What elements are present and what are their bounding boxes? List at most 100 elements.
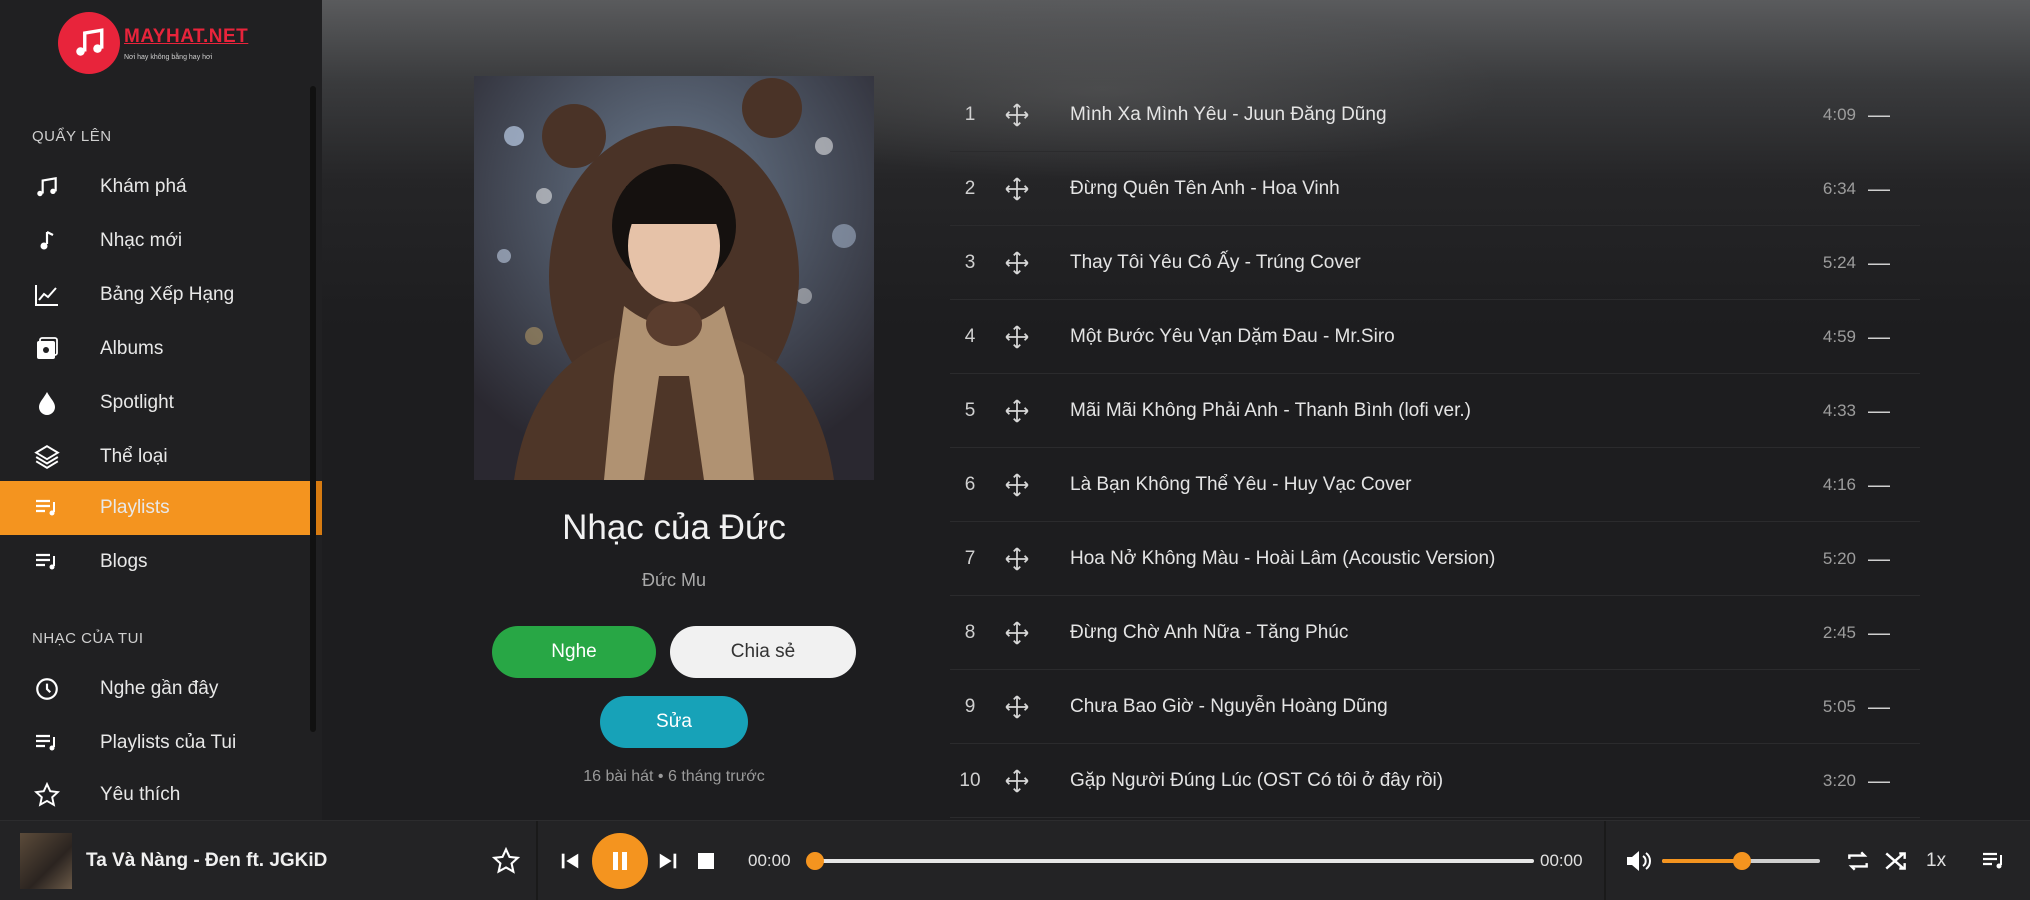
drag-handle-icon[interactable] [1004, 768, 1030, 794]
track-duration: 3:20 [1822, 771, 1856, 790]
sidebar-scrollbar[interactable] [310, 86, 316, 732]
more-options-icon[interactable]: — [1868, 300, 1890, 374]
track-title[interactable]: Chưa Bao Giờ - Nguyễn Hoàng Dũng [1070, 670, 1388, 744]
player-bar: Ta Và Nàng - Đen ft. JGKiD 00:00 00:00 1… [0, 820, 2030, 900]
more-options-icon[interactable]: — [1868, 744, 1890, 818]
volume-icon[interactable] [1622, 845, 1654, 877]
table-row[interactable]: 4 Một Bước Yêu Vạn Dặm Đau - Mr.Siro 4:59 — [950, 300, 1920, 374]
drag-handle-icon[interactable] [1004, 472, 1030, 498]
sidebar-item-label: Playlists [100, 497, 170, 518]
sidebar-item-playlists[interactable]: Playlists [0, 481, 322, 535]
stop-icon[interactable] [694, 849, 718, 873]
playlist-title: Nhạc của Đức [562, 508, 786, 547]
star-icon [32, 780, 62, 810]
track-duration: 5:24 [1822, 253, 1856, 272]
table-row[interactable]: 8 Đừng Chờ Anh Nữa - Tăng Phúc 2:45 — [950, 596, 1920, 670]
volume-fill [1662, 859, 1742, 863]
table-row[interactable]: 3 Thay Tôi Yêu Cô Ấy - Trúng Cover 5:24 — [950, 226, 1920, 300]
table-row[interactable]: 10 Gặp Người Đúng Lúc (OST Có tôi ở đây r… [950, 744, 1920, 818]
sidebar-item-explore[interactable]: Khám phá [0, 160, 322, 214]
more-options-icon[interactable]: — [1868, 448, 1890, 522]
table-row[interactable]: 2 Đừng Quên Tên Anh - Hoa Vinh 6:34 — [950, 152, 1920, 226]
edit-button[interactable]: Sửa [600, 696, 748, 748]
track-number: 7 [964, 548, 976, 569]
table-row[interactable]: 6 Là Bạn Không Thể Yêu - Huy Vạc Cover 4:1… [950, 448, 1920, 522]
more-options-icon[interactable]: — [1868, 226, 1890, 300]
drag-handle-icon[interactable] [1004, 176, 1030, 202]
progress-bar[interactable] [814, 859, 1534, 863]
sidebar-item-blogs[interactable]: Blogs [0, 535, 322, 589]
track-title[interactable]: Hoa Nở Không Màu - Hoài Lâm (Acoustic Ve… [1070, 522, 1495, 596]
table-row[interactable]: 5 Mãi Mãi Không Phải Anh - Thanh Bình (lo… [950, 374, 1920, 448]
share-button[interactable]: Chia sẻ [670, 626, 856, 678]
more-options-icon[interactable]: — [1868, 596, 1890, 670]
logo[interactable]: MAYHAT.NET Nơi hay không bằng hay hơi [58, 12, 248, 74]
pause-button[interactable] [592, 833, 648, 889]
sidebar-item-new-music[interactable]: Nhạc mới [0, 214, 322, 268]
playback-speed[interactable]: 1x [1926, 821, 1946, 900]
previous-icon[interactable] [556, 847, 584, 875]
section-title-my-music: NHẠC CỦA TUI [32, 630, 144, 647]
current-time: 00:00 [748, 851, 791, 870]
favorite-star-icon[interactable] [491, 846, 521, 875]
section-title-explore: QUẨY LÊN [32, 128, 112, 145]
sidebar-item-recent[interactable]: Nghe gần đây [0, 662, 322, 716]
playlist-owner[interactable]: Đức Mu [474, 570, 874, 591]
track-duration: 5:05 [1822, 697, 1856, 716]
track-title[interactable]: Thay Tôi Yêu Cô Ấy - Trúng Cover [1070, 226, 1361, 300]
track-title[interactable]: Gặp Người Đúng Lúc (OST Có tôi ở đây rồi… [1070, 744, 1443, 818]
volume-knob[interactable] [1733, 852, 1751, 870]
more-options-icon[interactable]: — [1868, 670, 1890, 744]
playlist-cover-image [474, 76, 874, 480]
sidebar-item-genres[interactable]: Thể loại [0, 430, 322, 484]
drag-handle-icon[interactable] [1004, 620, 1030, 646]
track-title[interactable]: Mãi Mãi Không Phải Anh - Thanh Bình (lof… [1070, 374, 1471, 448]
repeat-icon[interactable] [1842, 845, 1874, 877]
drag-handle-icon[interactable] [1004, 546, 1030, 572]
sidebar-item-my-playlists[interactable]: Playlists của Tui [0, 716, 322, 770]
sidebar-item-charts[interactable]: Bảng Xếp Hạng [0, 268, 322, 322]
history-icon [32, 674, 62, 704]
now-playing-thumbnail[interactable] [20, 833, 72, 889]
track-number: 2 [964, 178, 976, 199]
table-row[interactable]: 9 Chưa Bao Giờ - Nguyễn Hoàng Dũng 5:05 — [950, 670, 1920, 744]
track-number: 4 [964, 326, 976, 347]
drag-handle-icon[interactable] [1004, 102, 1030, 128]
track-title[interactable]: Đừng Quên Tên Anh - Hoa Vinh [1070, 152, 1340, 226]
track-title[interactable]: Mình Xa Mình Yêu - Juun Đăng Dũng [1070, 78, 1387, 152]
drag-handle-icon[interactable] [1004, 694, 1030, 720]
chart-icon [32, 280, 62, 310]
queue-icon[interactable] [1978, 845, 2010, 877]
more-options-icon[interactable]: — [1868, 152, 1890, 226]
track-number: 6 [964, 474, 976, 495]
table-row[interactable]: 1 Mình Xa Mình Yêu - Juun Đăng Dũng 4:09 — [950, 78, 1920, 152]
track-number: 3 [964, 252, 976, 273]
progress-knob[interactable] [806, 852, 824, 870]
sidebar-item-favorites[interactable]: Yêu thích [0, 768, 322, 822]
sidebar-item-label: Bảng Xếp Hạng [100, 284, 235, 305]
more-options-icon[interactable]: — [1868, 374, 1890, 448]
track-title[interactable]: Đừng Chờ Anh Nữa - Tăng Phúc [1070, 596, 1348, 670]
sidebar-item-albums[interactable]: Albums [0, 322, 322, 376]
sidebar-item-label: Nhạc mới [100, 230, 183, 251]
now-playing-title[interactable]: Ta Và Nàng - Đen ft. JGKiD [86, 821, 327, 900]
track-number: 9 [964, 696, 976, 717]
music-notes-icon [32, 172, 62, 202]
next-icon[interactable] [654, 847, 682, 875]
table-row[interactable]: 7 Hoa Nở Không Màu - Hoài Lâm (Acoustic V… [950, 522, 1920, 596]
drag-handle-icon[interactable] [1004, 250, 1030, 276]
more-options-icon[interactable]: — [1868, 522, 1890, 596]
listen-button[interactable]: Nghe [492, 626, 656, 678]
more-options-icon[interactable]: — [1868, 78, 1890, 152]
sidebar-item-label: Albums [100, 338, 164, 359]
sidebar-item-label: Playlists của Tui [100, 732, 237, 753]
drag-handle-icon[interactable] [1004, 324, 1030, 350]
sidebar-item-spotlight[interactable]: Spotlight [0, 376, 322, 430]
sidebar-item-label: Blogs [100, 551, 148, 572]
shuffle-icon[interactable] [1880, 845, 1912, 877]
drag-handle-icon[interactable] [1004, 398, 1030, 424]
track-title[interactable]: Một Bước Yêu Vạn Dặm Đau - Mr.Siro [1070, 300, 1395, 374]
music-note-icon [32, 226, 62, 256]
track-title[interactable]: Là Bạn Không Thể Yêu - Huy Vạc Cover [1070, 448, 1412, 522]
track-duration: 6:34 [1822, 179, 1856, 198]
